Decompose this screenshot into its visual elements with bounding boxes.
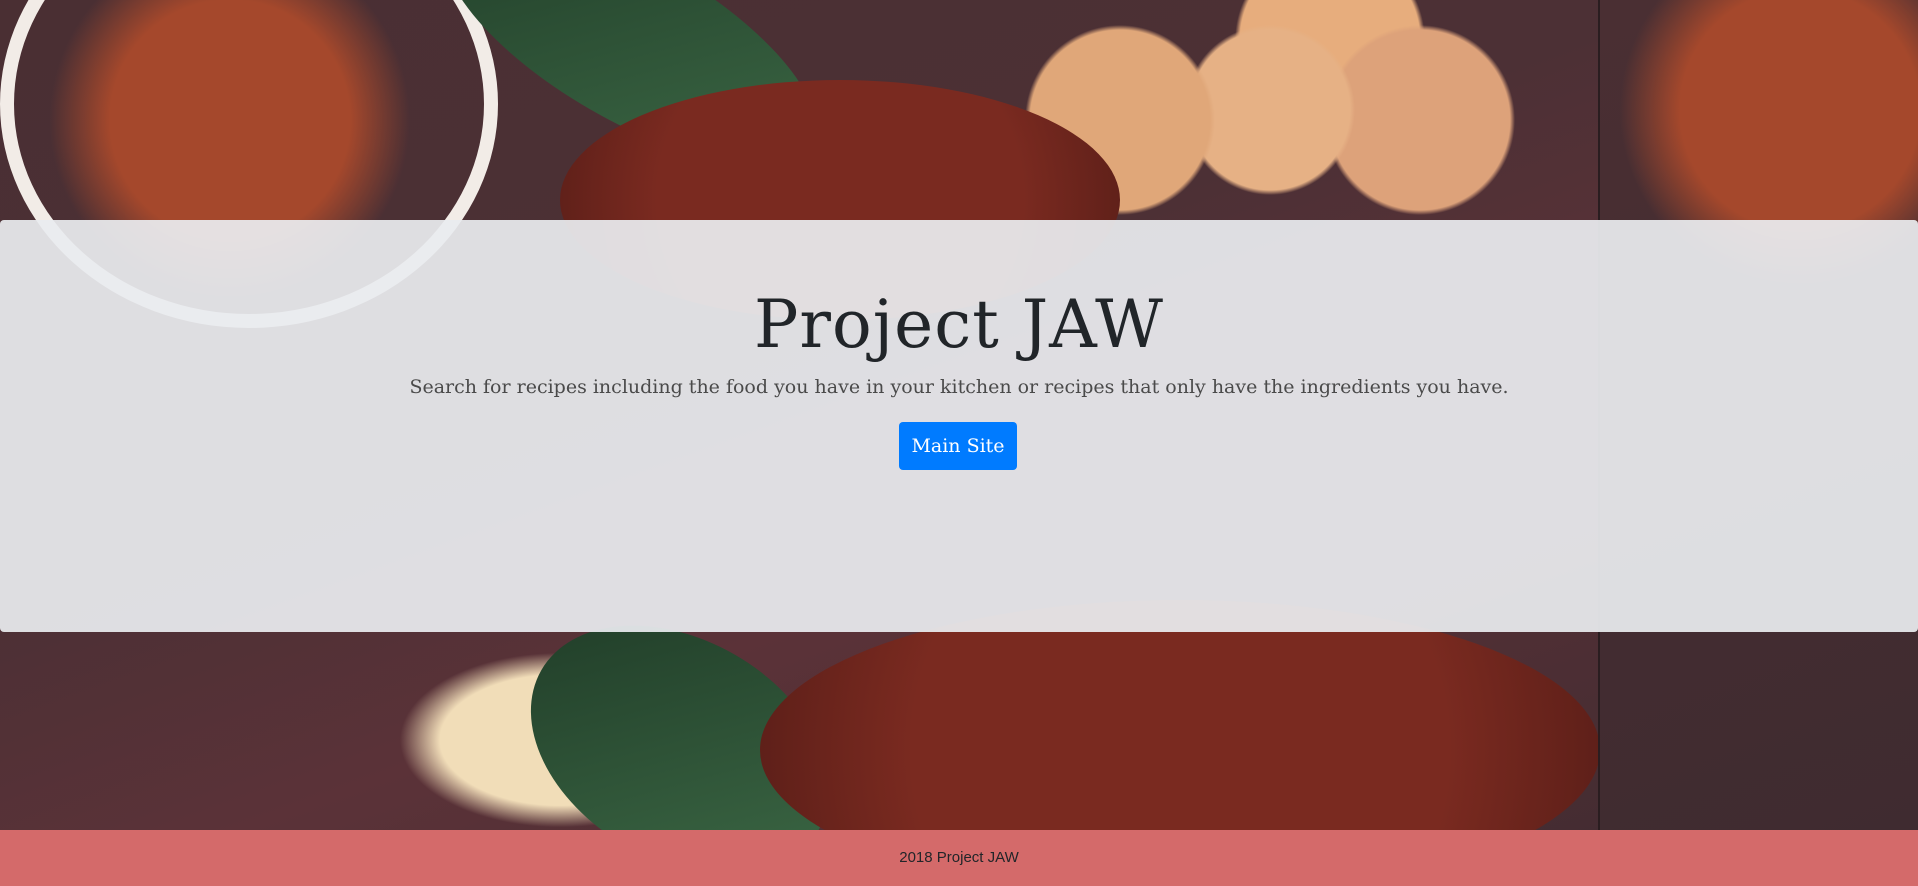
hero-description: Search for recipes including the food yo… [409,376,1509,398]
footer: 2018 Project JAW [0,830,1918,886]
main-site-button[interactable]: Main Site [899,422,1017,470]
dumpling-plate-image [760,600,1600,830]
page: Project JAW Search for recipes including… [0,0,1918,886]
footer-copyright: 2018 Project JAW [899,849,1019,866]
hero-jumbotron: Project JAW Search for recipes including… [0,220,1918,632]
page-title: Project JAW [754,286,1164,363]
